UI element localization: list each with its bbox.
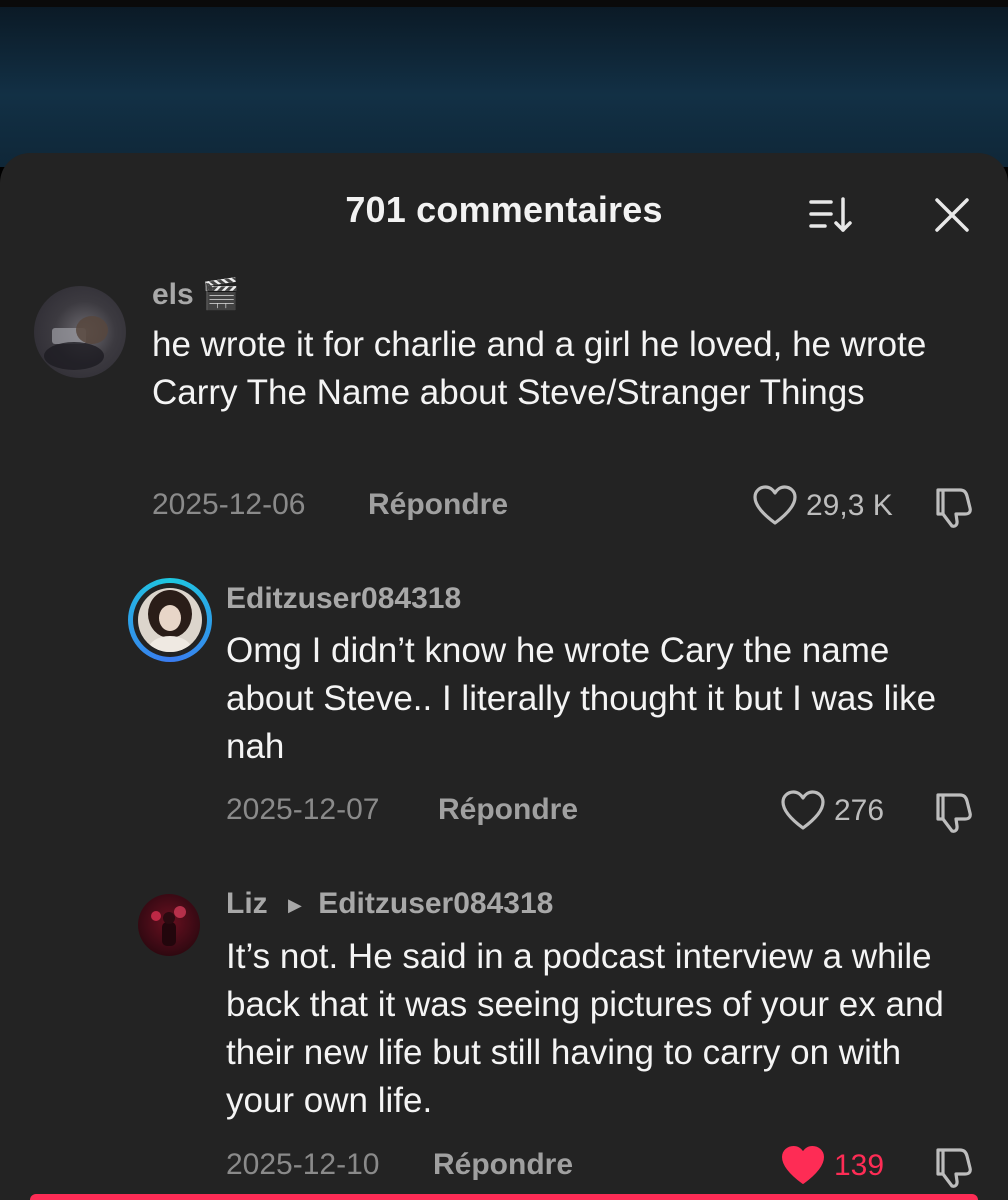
- like-count: 139: [834, 1149, 885, 1182]
- like-button[interactable]: 29,3 K: [752, 484, 893, 528]
- heart-filled-icon: [782, 1146, 824, 1184]
- reply-button[interactable]: Répondre: [368, 488, 508, 522]
- comments-sheet: 701 commentaires els 🎬 he wrote it for c…: [0, 153, 1008, 1200]
- close-icon: [935, 198, 969, 232]
- like-button[interactable]: 276: [780, 789, 884, 833]
- status-strip: [0, 0, 1008, 7]
- avatar-image: [44, 316, 108, 370]
- comment-date: 2025-12-07: [226, 793, 380, 826]
- like-count: 29,3 K: [806, 489, 893, 522]
- comment-text: he wrote it for charlie and a girl he lo…: [152, 325, 927, 412]
- comment-date: 2025-12-06: [152, 488, 306, 521]
- dislike-button[interactable]: [930, 789, 976, 833]
- comment-username[interactable]: Editzuser084318: [226, 582, 461, 616]
- avatar-image: [151, 906, 186, 946]
- close-button[interactable]: [930, 193, 974, 237]
- like-button[interactable]: 139: [780, 1144, 884, 1188]
- avatar[interactable]: [34, 286, 126, 378]
- avatar[interactable]: [138, 894, 200, 956]
- dislike-button[interactable]: [930, 484, 976, 528]
- avatar-story-ring[interactable]: [128, 578, 212, 662]
- heart-outline-icon: [781, 790, 825, 830]
- comment-text: Omg I didn’t know he wrote Cary the name…: [226, 631, 937, 766]
- dislike-icon: [936, 488, 972, 528]
- comment-username[interactable]: els 🎬: [152, 277, 239, 312]
- comment-text: It’s not. He said in a podcast interview…: [226, 937, 944, 1120]
- avatar: [138, 588, 202, 652]
- reply-button[interactable]: Répondre: [433, 1148, 573, 1182]
- comment-input-bar-edge: [30, 1194, 978, 1200]
- like-count: 276: [834, 794, 885, 827]
- reply-arrow-icon: ▶: [288, 894, 302, 915]
- reply-to-username[interactable]: Editzuser084318: [318, 887, 553, 920]
- video-background: [0, 7, 1008, 167]
- dislike-button[interactable]: [930, 1144, 976, 1188]
- dislike-icon: [936, 1148, 972, 1188]
- dislike-icon: [936, 793, 972, 833]
- avatar-image: [148, 590, 192, 652]
- comment-username[interactable]: Liz ▶ Editzuser084318: [226, 887, 553, 921]
- reply-button[interactable]: Répondre: [438, 793, 578, 827]
- heart-outline-icon: [753, 485, 797, 525]
- comment-date: 2025-12-10: [226, 1148, 380, 1181]
- sort-icon: [809, 197, 852, 232]
- comment-username-text[interactable]: Liz: [226, 887, 268, 920]
- sort-button[interactable]: [805, 193, 859, 237]
